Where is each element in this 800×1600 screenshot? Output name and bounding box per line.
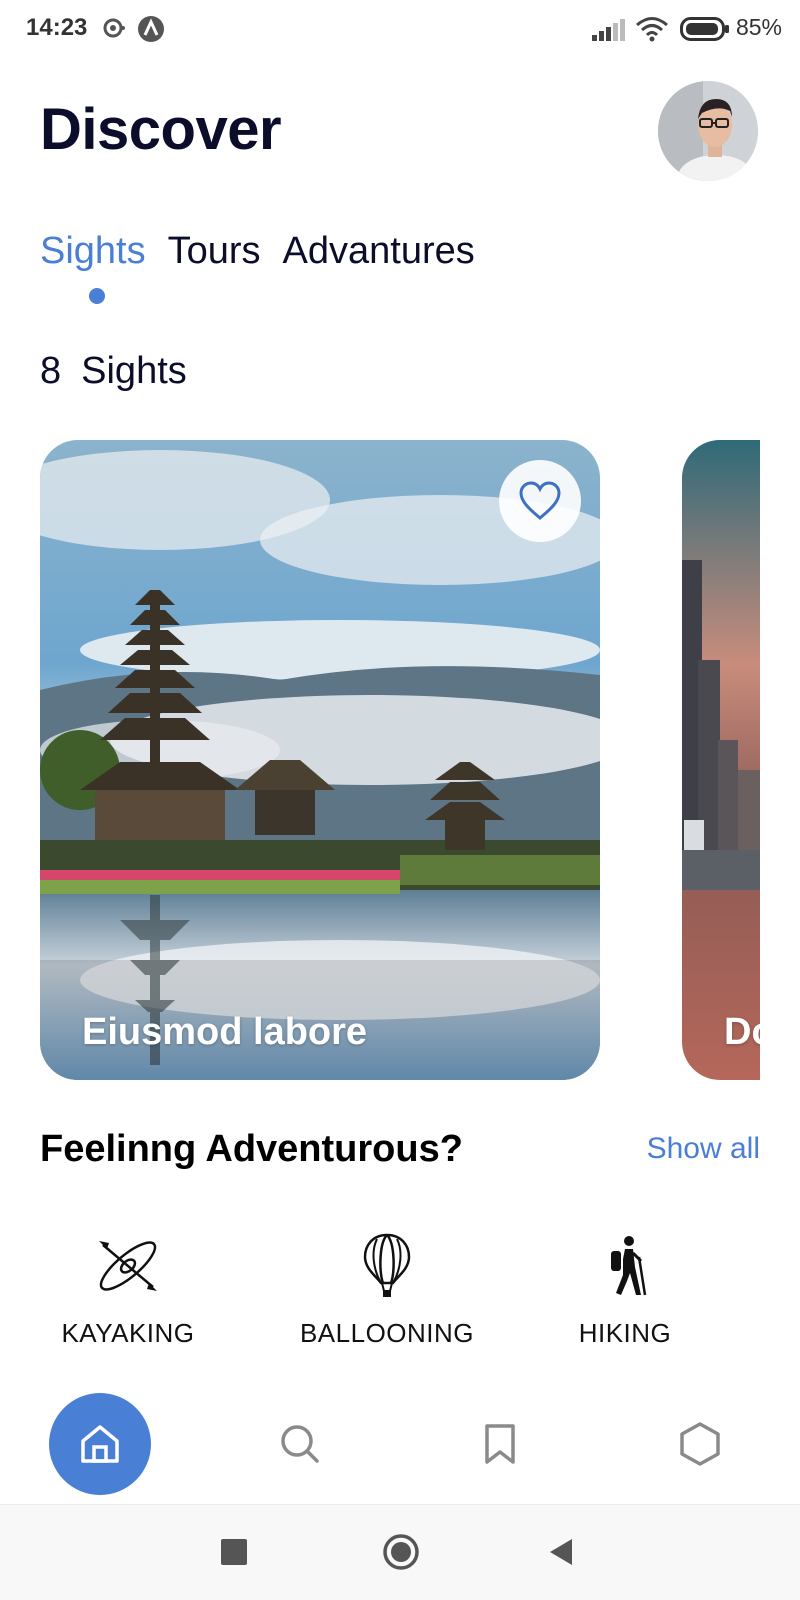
show-all-link[interactable]: Show all — [647, 1132, 760, 1166]
heart-outline-icon — [519, 481, 561, 520]
activity-ballooning[interactable]: BALLOONING — [292, 1232, 482, 1349]
sights-count-label: Sights — [81, 350, 187, 392]
temple-lake-photo — [40, 440, 600, 1080]
recent-apps-icon — [221, 1539, 247, 1565]
signal-icon — [592, 19, 626, 46]
wifi-icon — [635, 16, 669, 47]
user-avatar — [658, 81, 758, 181]
hot-air-balloon-icon — [292, 1232, 482, 1300]
home-icon — [81, 1425, 119, 1463]
system-home-button[interactable] — [382, 1533, 420, 1576]
sync-icon — [103, 18, 127, 43]
favorite-button[interactable] — [499, 460, 581, 542]
status-time: 14:23 — [26, 14, 88, 41]
home-circle-icon — [383, 1534, 419, 1570]
active-tab-indicator — [89, 288, 105, 304]
back-icon — [550, 1539, 572, 1565]
activity-kayaking-label: KAYAKING — [61, 1318, 195, 1348]
activities-list: KAYAKING BALLOONING HIKING — [0, 1232, 800, 1362]
activity-hiking-label: HIKING — [578, 1318, 672, 1348]
system-navigation-bar — [0, 1504, 800, 1600]
bottom-navigation — [0, 1380, 800, 1500]
search-icon — [281, 1425, 319, 1463]
nav-home-button[interactable] — [49, 1393, 151, 1495]
tab-tours[interactable]: Tours — [168, 230, 261, 273]
activity-ballooning-label: BALLOONING — [299, 1318, 475, 1348]
activity-kayaking[interactable]: KAYAKING — [48, 1232, 208, 1349]
nav-bookmark-button[interactable] — [476, 1420, 524, 1468]
sight-card-next-title: Do — [724, 1011, 760, 1053]
recent-apps-button[interactable] — [221, 1539, 247, 1570]
hiker-icon — [560, 1232, 690, 1300]
app-notification-icon — [137, 15, 165, 48]
city-street-photo — [682, 440, 760, 1080]
sight-card[interactable]: Eiusmod labore — [40, 440, 600, 1080]
battery-icon — [680, 17, 730, 46]
avatar[interactable] — [658, 81, 758, 181]
nav-search-button[interactable] — [276, 1420, 324, 1468]
activity-hiking[interactable]: HIKING — [560, 1232, 690, 1349]
kayak-icon — [48, 1232, 208, 1300]
battery-percent: 85% — [735, 14, 782, 40]
system-back-button[interactable] — [550, 1539, 574, 1570]
sight-card-title: Eiusmod labore — [82, 1011, 368, 1053]
hexagon-icon — [680, 1422, 720, 1466]
nav-hexagon-button[interactable] — [676, 1420, 724, 1468]
sights-count: 8 Sights — [40, 350, 187, 393]
page-title: Discover — [40, 97, 282, 162]
status-bar: 14:23 85% — [0, 0, 800, 56]
adventure-section-title: Feelinng Adventurous? — [40, 1128, 463, 1170]
sight-card-next[interactable]: Do — [682, 440, 760, 1080]
sights-count-number: 8 — [40, 350, 62, 392]
tab-advantures[interactable]: Advantures — [283, 230, 475, 273]
bookmark-icon — [485, 1424, 515, 1464]
category-tabs: Sights Tours Advantures — [40, 230, 475, 273]
tab-sights[interactable]: Sights — [40, 230, 146, 273]
